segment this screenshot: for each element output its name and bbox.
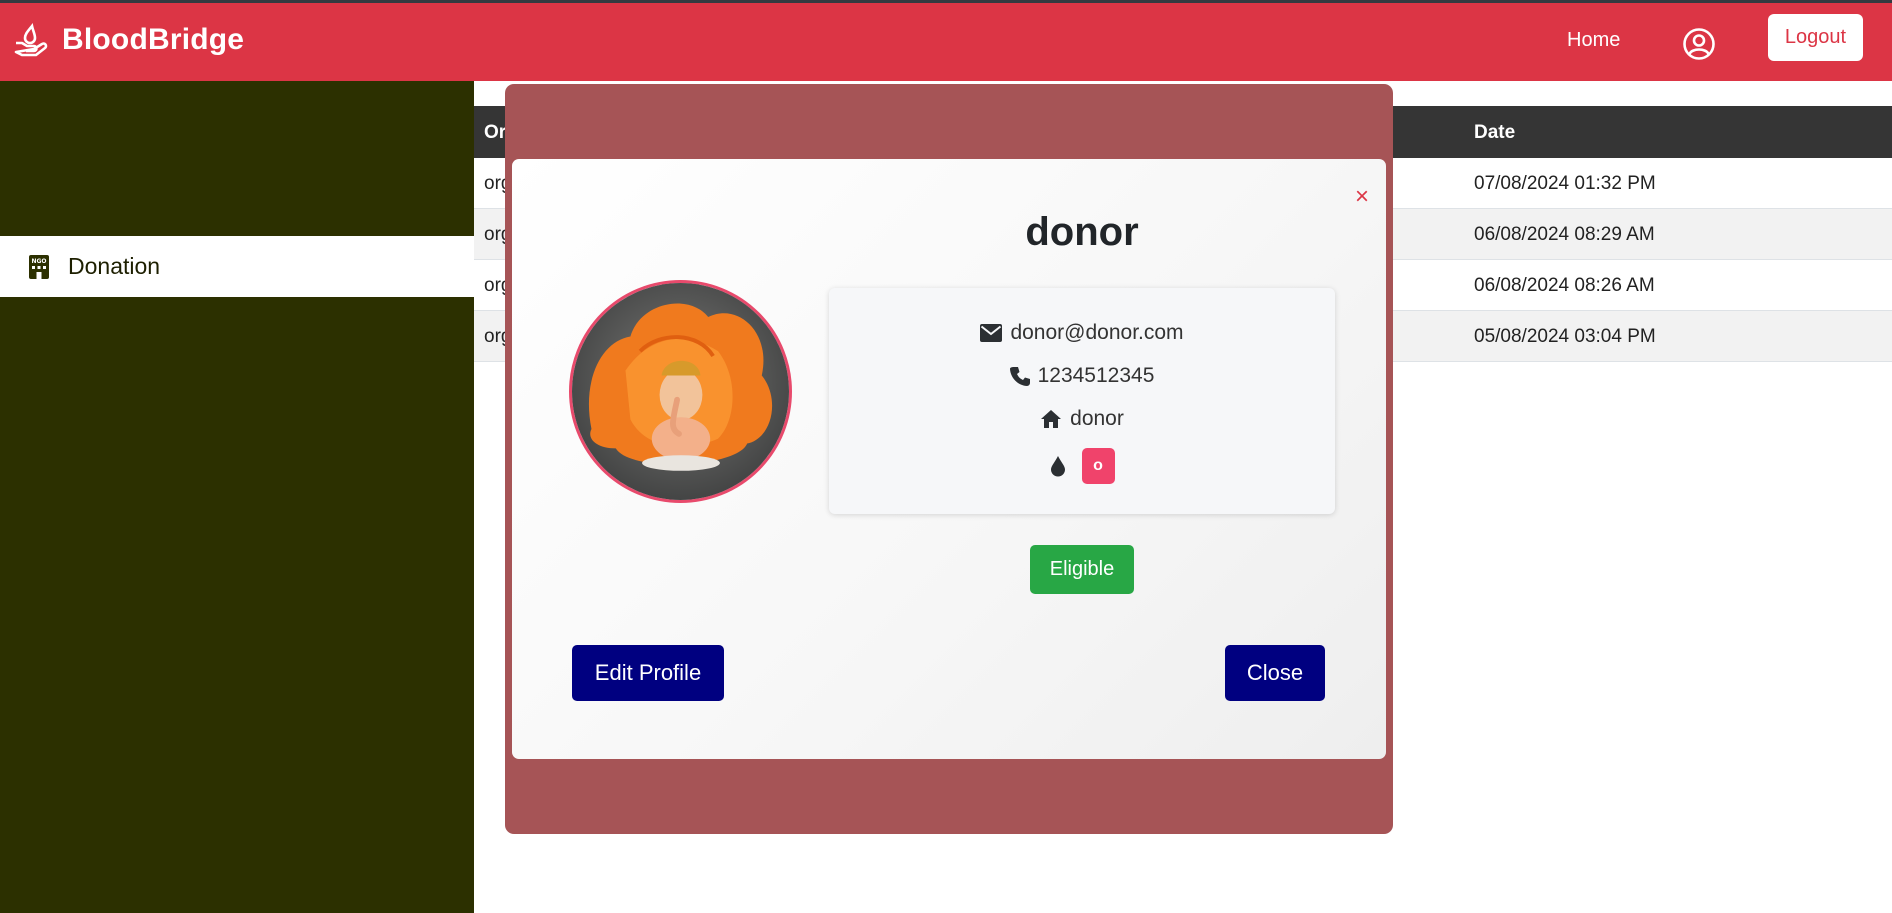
nav-home-link[interactable]: Home (1567, 29, 1620, 52)
column-header-date: Date (1474, 122, 1516, 143)
sidebar-item-label: Donation (68, 253, 161, 279)
logout-button[interactable]: Logout (1768, 14, 1863, 61)
blood-drop-icon (1050, 456, 1065, 477)
modal-close-icon[interactable]: × (1351, 185, 1373, 209)
cell-date: 07/08/2024 01:32 PM (1474, 173, 1656, 194)
profile-photo (572, 283, 789, 500)
brand[interactable]: BloodBridge (14, 23, 244, 57)
profile-address: donor (1070, 407, 1124, 430)
blood-group-badge: o (1081, 448, 1115, 484)
eligibility-status-badge: Eligible (1030, 545, 1134, 594)
cell-date: 05/08/2024 03:04 PM (1474, 326, 1656, 347)
blood-group-line: o (829, 448, 1335, 484)
ngo-building-icon: NGO (29, 254, 49, 279)
address-line: donor (829, 407, 1335, 431)
svg-text:NGO: NGO (31, 258, 46, 265)
profile-email: donor@donor.com (1010, 321, 1184, 344)
envelope-icon (980, 324, 1003, 342)
avatar (569, 280, 792, 503)
home-icon (1041, 410, 1062, 428)
email-line: donor@donor.com (829, 321, 1335, 345)
profile-info-card: donor@donor.com 1234512345 donor o (829, 288, 1335, 514)
cell-date: 06/08/2024 08:29 AM (1474, 224, 1655, 245)
sidebar-item-donation[interactable]: NGO Donation (0, 236, 474, 297)
navbar: BloodBridge Home Logout (0, 3, 1892, 81)
phone-line: 1234512345 (829, 364, 1335, 388)
column-header-org: Or (484, 122, 507, 143)
blood-donation-hand-icon (14, 23, 48, 57)
brand-name: BloodBridge (62, 23, 245, 56)
sidebar: NGO Donation (0, 81, 474, 913)
user-circle-icon[interactable] (1682, 27, 1716, 61)
cell-date: 06/08/2024 08:26 AM (1474, 275, 1655, 296)
close-button[interactable]: Close (1225, 645, 1325, 701)
phone-icon (1009, 367, 1030, 386)
edit-profile-button[interactable]: Edit Profile (572, 645, 724, 701)
profile-name: donor (1025, 210, 1139, 254)
profile-phone: 1234512345 (1037, 364, 1155, 387)
